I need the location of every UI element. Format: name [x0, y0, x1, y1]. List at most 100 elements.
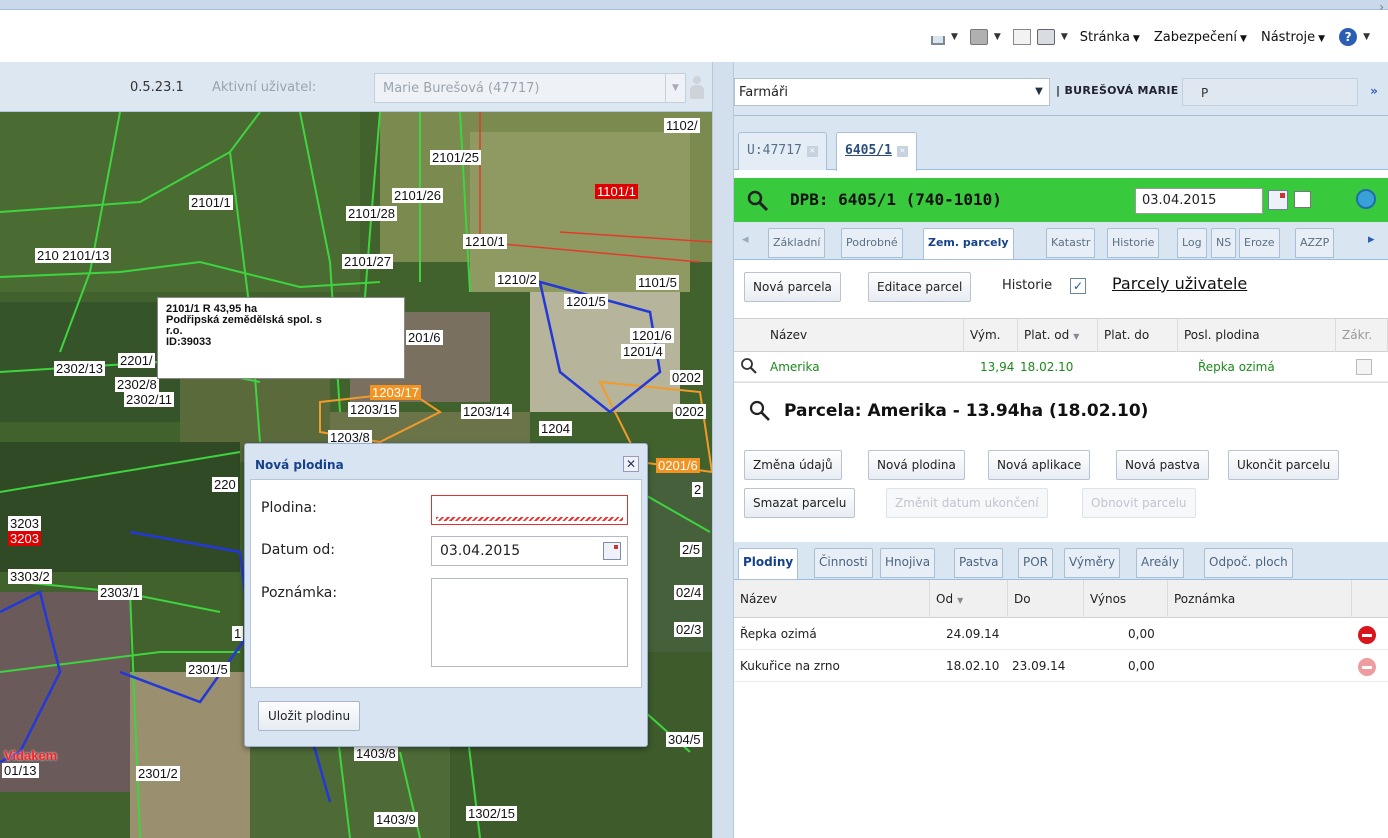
parcel-label[interactable]: 220 [212, 477, 238, 492]
parcel-label[interactable]: 1210/2 [495, 272, 539, 287]
table-row[interactable]: Kukuřice na zrno 18.02.10 23.09.14 0,00 [734, 650, 1388, 682]
column-header-plat-od[interactable]: Plat. od ▼ [1018, 319, 1098, 352]
table-row[interactable]: Řepka ozimá 24.09.14 0,00 [734, 618, 1388, 650]
parcel-label[interactable]: 210 2101/13 [35, 248, 112, 263]
tab-por[interactable]: POR [1018, 548, 1054, 578]
delete-icon[interactable] [1358, 626, 1376, 644]
mail-icon[interactable] [1012, 29, 1031, 45]
parcel-label[interactable]: 2302/11 [124, 392, 175, 407]
parcel-label[interactable]: 2302/8 [115, 377, 159, 392]
datum-od-input[interactable]: 03.04.2015 [431, 536, 628, 566]
home-dropdown-icon[interactable]: ▼ [951, 32, 958, 42]
chevron-right-icon[interactable]: › [1379, 0, 1384, 14]
parcel-label[interactable]: 3203 [8, 516, 41, 531]
obnovit-parcelu-button[interactable]: Obnovit parcelu [1082, 488, 1196, 518]
ukoncit-parcelu-button[interactable]: Ukončit parcelu [1228, 450, 1340, 480]
parcel-label[interactable]: 1403/9 [374, 812, 418, 827]
parcel-label[interactable]: 02/3 [674, 622, 704, 637]
tab-katastr[interactable]: Katastr [1046, 228, 1096, 258]
nova-pastva-button[interactable]: Nová pastva [1116, 450, 1209, 480]
search-icon[interactable] [740, 357, 758, 375]
column-header-do[interactable]: Do [1008, 580, 1084, 618]
parcel-label[interactable]: 1203/14 [461, 404, 512, 419]
arrow-right-icon[interactable]: ▸ [1368, 232, 1375, 247]
parcel-label[interactable]: 304/5 [666, 732, 703, 747]
nova-parcela-button[interactable]: Nová parcela [744, 272, 841, 302]
active-user-combo[interactable]: Marie Burešová (47717) ▼ [374, 73, 686, 103]
dpb-date-input[interactable]: 03.04.2015 [1135, 188, 1263, 214]
parcel-label[interactable]: 1203/17 [370, 385, 421, 400]
parcel-label[interactable]: 02/4 [674, 585, 704, 600]
menu-nastroje[interactable]: Nástroje ▼ [1261, 30, 1325, 45]
parcel-label[interactable]: 2/5 [680, 542, 703, 557]
menu-stranka[interactable]: Stránka ▼ [1080, 30, 1140, 45]
help-icon[interactable]: ? [1339, 28, 1358, 46]
tab-vymery[interactable]: Výměry [1064, 548, 1121, 578]
table-row[interactable]: Amerika 13,94 18.02.10 Řepka ozimá [734, 352, 1388, 382]
role-combo[interactable]: Farmáři ▼ [734, 78, 1050, 106]
tab-eroze[interactable]: Eroze [1239, 228, 1280, 258]
parcel-label[interactable]: 1101/5 [636, 275, 679, 290]
parcel-label[interactable]: 2101/27 [342, 254, 393, 269]
feeds-dropdown-icon[interactable]: ▼ [994, 32, 1001, 42]
parcel-label[interactable]: 2101/28 [346, 206, 397, 221]
parcel-label[interactable]: 1201/5 [564, 294, 608, 309]
print-icon[interactable] [1036, 29, 1055, 45]
tab-zem-parcely[interactable]: Zem. parcely [923, 228, 1014, 260]
smazat-parcelu-button[interactable]: Smazat parcelu [744, 488, 856, 518]
plodina-input[interactable] [431, 495, 628, 525]
home-icon[interactable] [930, 36, 945, 45]
column-header-nazev[interactable]: Název [764, 319, 964, 352]
parcel-label[interactable]: 1302/15 [466, 806, 517, 821]
tab-cinnosti[interactable]: Činnosti [814, 548, 873, 578]
parcel-label[interactable]: 2302/13 [54, 361, 105, 376]
column-header-zakr[interactable]: Zákr. [1336, 319, 1388, 352]
nova-aplikace-button[interactable]: Nová aplikace [988, 450, 1091, 480]
p-field[interactable]: P [1182, 78, 1358, 106]
zmena-udaju-button[interactable]: Změna údajů [744, 450, 842, 480]
panel-splitter[interactable] [712, 62, 734, 838]
save-crop-button[interactable]: Uložit plodinu [258, 701, 361, 731]
row-checkbox[interactable] [1356, 359, 1372, 375]
historie-checkbox[interactable]: ✓ [1070, 278, 1086, 294]
chevron-down-icon[interactable]: ▼ [1029, 79, 1049, 105]
parcel-label[interactable]: 1203/15 [348, 402, 399, 417]
search-icon[interactable] [746, 189, 770, 213]
parcel-label[interactable]: 2201/ [118, 353, 155, 368]
parcel-label[interactable]: 2 [692, 482, 704, 497]
menu-zabezpeceni[interactable]: Zabezpečení ▼ [1154, 30, 1247, 45]
calendar-icon[interactable] [1268, 190, 1288, 210]
parcel-label[interactable]: 2101/1 [189, 195, 233, 210]
parcel-label[interactable]: 201/6 [406, 330, 443, 345]
nova-plodina-button[interactable]: Nová plodina [868, 450, 965, 480]
close-icon[interactable]: ✕ [806, 146, 818, 157]
feeds-icon[interactable] [969, 29, 988, 45]
parcel-label[interactable]: 1204 [539, 421, 572, 436]
tab-arealy[interactable]: Areály [1136, 548, 1185, 578]
tab-zakladni[interactable]: Základní [768, 228, 826, 258]
close-icon[interactable]: ✕ [623, 456, 639, 472]
parcel-label[interactable]: 0202 [673, 404, 706, 419]
parcel-label[interactable]: 2101/26 [392, 188, 443, 203]
close-icon[interactable]: ✕ [896, 146, 908, 157]
tab-odpoc-ploch[interactable]: Odpoč. ploch [1204, 548, 1293, 578]
tab-6405-1[interactable]: 6405/1 ✕ [836, 132, 917, 171]
parcel-label[interactable]: 3303/2 [8, 569, 52, 584]
arrow-left-icon[interactable]: ◂ [742, 232, 749, 247]
tab-podrobne[interactable]: Podrobné [841, 228, 903, 258]
expand-icon[interactable]: » [1364, 80, 1384, 102]
zmenit-datum-ukonceni-button[interactable]: Změnit datum ukončení [886, 488, 1048, 518]
delete-icon[interactable] [1358, 658, 1376, 676]
calendar-icon[interactable] [603, 542, 621, 560]
column-header-od[interactable]: Od ▼ [930, 580, 1008, 618]
parcel-label[interactable]: 1 [232, 626, 244, 641]
parcel-label[interactable]: 3203 [8, 531, 41, 546]
tab-u47717[interactable]: U:47717 ✕ [738, 132, 827, 170]
parcel-label[interactable]: 01/13 [2, 763, 39, 778]
tab-hnojiva[interactable]: Hnojiva [880, 548, 936, 578]
print-dropdown-icon[interactable]: ▼ [1061, 32, 1068, 42]
parcel-label[interactable]: 2301/2 [136, 766, 180, 781]
tab-log[interactable]: Log [1177, 228, 1207, 258]
tab-pastva[interactable]: Pastva [954, 548, 1004, 578]
parcel-label[interactable]: 1403/8 [354, 746, 398, 761]
